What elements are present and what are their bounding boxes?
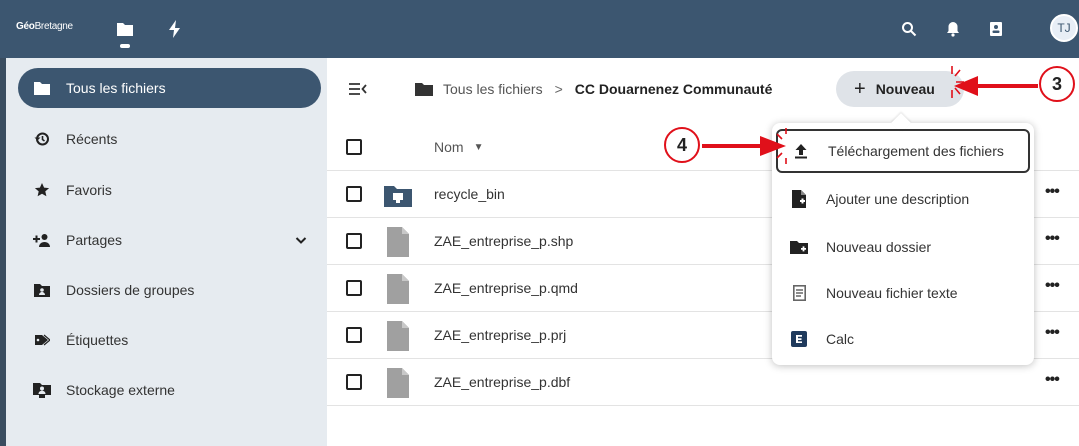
- bell-icon: [947, 22, 959, 37]
- new-folder-icon: [790, 238, 808, 256]
- annotation-step-3: 3: [1039, 66, 1075, 102]
- sidebar-item-recent[interactable]: Récents: [18, 119, 321, 159]
- sidebar-item-favorites[interactable]: Favoris: [18, 170, 321, 210]
- sidebar-item-label: Récents: [66, 131, 118, 147]
- calc-icon: [790, 330, 808, 348]
- sidebar-item-shares[interactable]: Partages: [18, 220, 321, 260]
- sidebar-item-label: Partages: [66, 232, 123, 248]
- arrow-step-3: [954, 76, 1038, 96]
- user-avatar[interactable]: TJ: [1050, 14, 1078, 42]
- new-button-label: Nouveau: [875, 81, 935, 97]
- annotation-step-4: 4: [664, 127, 700, 163]
- sort-down-icon: ▼: [473, 141, 484, 153]
- contacts-button[interactable]: [982, 15, 1010, 43]
- sidebar-item-label: Stockage externe: [66, 382, 175, 398]
- file-name: ZAE_entreprise_p.qmd: [434, 280, 578, 296]
- sidebar-item-all-files[interactable]: Tous les fichiers: [18, 68, 321, 108]
- sidebar-item-external-storage[interactable]: Stockage externe: [18, 370, 321, 410]
- file-icon: [387, 227, 409, 257]
- file-icon: [387, 368, 409, 398]
- folder-icon: [384, 186, 412, 207]
- breadcrumb: Tous les fichiers > CC Douarnenez Commun…: [415, 77, 772, 101]
- column-name-label: Nom: [434, 139, 464, 155]
- top-header: GéoBretagne TJ: [0, 0, 1079, 58]
- logo-bretagne: Bretagne: [34, 21, 73, 32]
- chevron-down-icon[interactable]: [293, 232, 309, 248]
- star-icon: [32, 180, 52, 200]
- plus-icon: +: [854, 77, 866, 100]
- history-icon: [32, 129, 52, 149]
- activity-app-button[interactable]: [160, 14, 190, 44]
- menu-item-label: Nouveau dossier: [826, 239, 932, 255]
- row-checkbox[interactable]: [346, 327, 362, 343]
- sort-by-name[interactable]: Nom ▼: [434, 139, 483, 155]
- select-all-checkbox[interactable]: [346, 139, 362, 155]
- lightning-icon: [169, 20, 180, 38]
- sidebar-item-label: Étiquettes: [66, 332, 129, 348]
- table-row[interactable]: ZAE_entreprise_p.dbf •••: [327, 359, 1079, 406]
- folder-icon: [32, 78, 52, 98]
- more-actions-icon[interactable]: •••: [1045, 183, 1060, 201]
- menu-item-label: Téléchargement des fichiers: [828, 143, 1004, 159]
- more-actions-icon[interactable]: •••: [1045, 230, 1060, 248]
- file-name: ZAE_entreprise_p.dbf: [434, 374, 571, 390]
- notifications-button[interactable]: [939, 15, 967, 43]
- navigation-sidebar: Tous les fichiers Récents Favoris Partag…: [0, 58, 327, 446]
- logo-geo: Géo: [16, 21, 35, 32]
- active-app-indicator: [120, 44, 130, 48]
- menu-item-label: Ajouter une description: [826, 191, 970, 207]
- menu-item-new-text-file[interactable]: Nouveau fichier texte: [776, 271, 1030, 315]
- menu-item-new-folder[interactable]: Nouveau dossier: [776, 225, 1030, 269]
- breadcrumb-separator: >: [554, 81, 563, 97]
- sidebar-item-label: Dossiers de groupes: [66, 282, 195, 298]
- file-icon: [387, 321, 409, 351]
- row-checkbox[interactable]: [346, 233, 362, 249]
- contacts-icon: [990, 22, 1002, 36]
- file-name: recycle_bin: [434, 186, 505, 202]
- folder-icon: [117, 23, 133, 36]
- menu-item-add-description[interactable]: Ajouter une description: [776, 177, 1030, 221]
- sidebar-toggle-icon[interactable]: [347, 78, 369, 100]
- breadcrumb-root[interactable]: Tous les fichiers: [443, 81, 543, 97]
- row-checkbox[interactable]: [346, 374, 362, 390]
- search-icon: [902, 22, 917, 37]
- menu-item-upload-files[interactable]: Téléchargement des fichiers: [776, 129, 1030, 173]
- external-storage-icon: [32, 380, 52, 400]
- breadcrumb-current[interactable]: CC Douarnenez Communauté: [575, 81, 773, 97]
- sidebar-item-tags[interactable]: Étiquettes: [18, 320, 321, 360]
- sidebar-item-group-folders[interactable]: Dossiers de groupes: [18, 270, 321, 310]
- more-actions-icon[interactable]: •••: [1045, 324, 1060, 342]
- text-file-icon: [790, 284, 808, 302]
- files-app-button[interactable]: [110, 14, 140, 48]
- search-button[interactable]: [895, 15, 923, 43]
- sidebar-item-label: Tous les fichiers: [66, 80, 166, 96]
- file-name: ZAE_entreprise_p.shp: [434, 233, 574, 249]
- new-menu-dropdown: Téléchargement des fichiers Ajouter une …: [772, 113, 1034, 365]
- app-logo[interactable]: GéoBretagne: [16, 21, 73, 32]
- tag-icon: [32, 330, 52, 350]
- arrow-step-4: [702, 136, 786, 156]
- more-actions-icon[interactable]: •••: [1045, 371, 1060, 389]
- description-icon: [790, 190, 808, 208]
- menu-item-calc[interactable]: Calc: [776, 317, 1030, 361]
- folder-icon: [415, 83, 433, 96]
- share-icon: [32, 230, 52, 250]
- group-folder-icon: [32, 280, 52, 300]
- more-actions-icon[interactable]: •••: [1045, 277, 1060, 295]
- file-name: ZAE_entreprise_p.prj: [434, 327, 567, 343]
- sidebar-item-label: Favoris: [66, 182, 112, 198]
- row-checkbox[interactable]: [346, 186, 362, 202]
- menu-item-label: Calc: [826, 331, 855, 347]
- file-icon: [387, 274, 409, 304]
- menu-item-label: Nouveau fichier texte: [826, 285, 958, 301]
- row-checkbox[interactable]: [346, 280, 362, 296]
